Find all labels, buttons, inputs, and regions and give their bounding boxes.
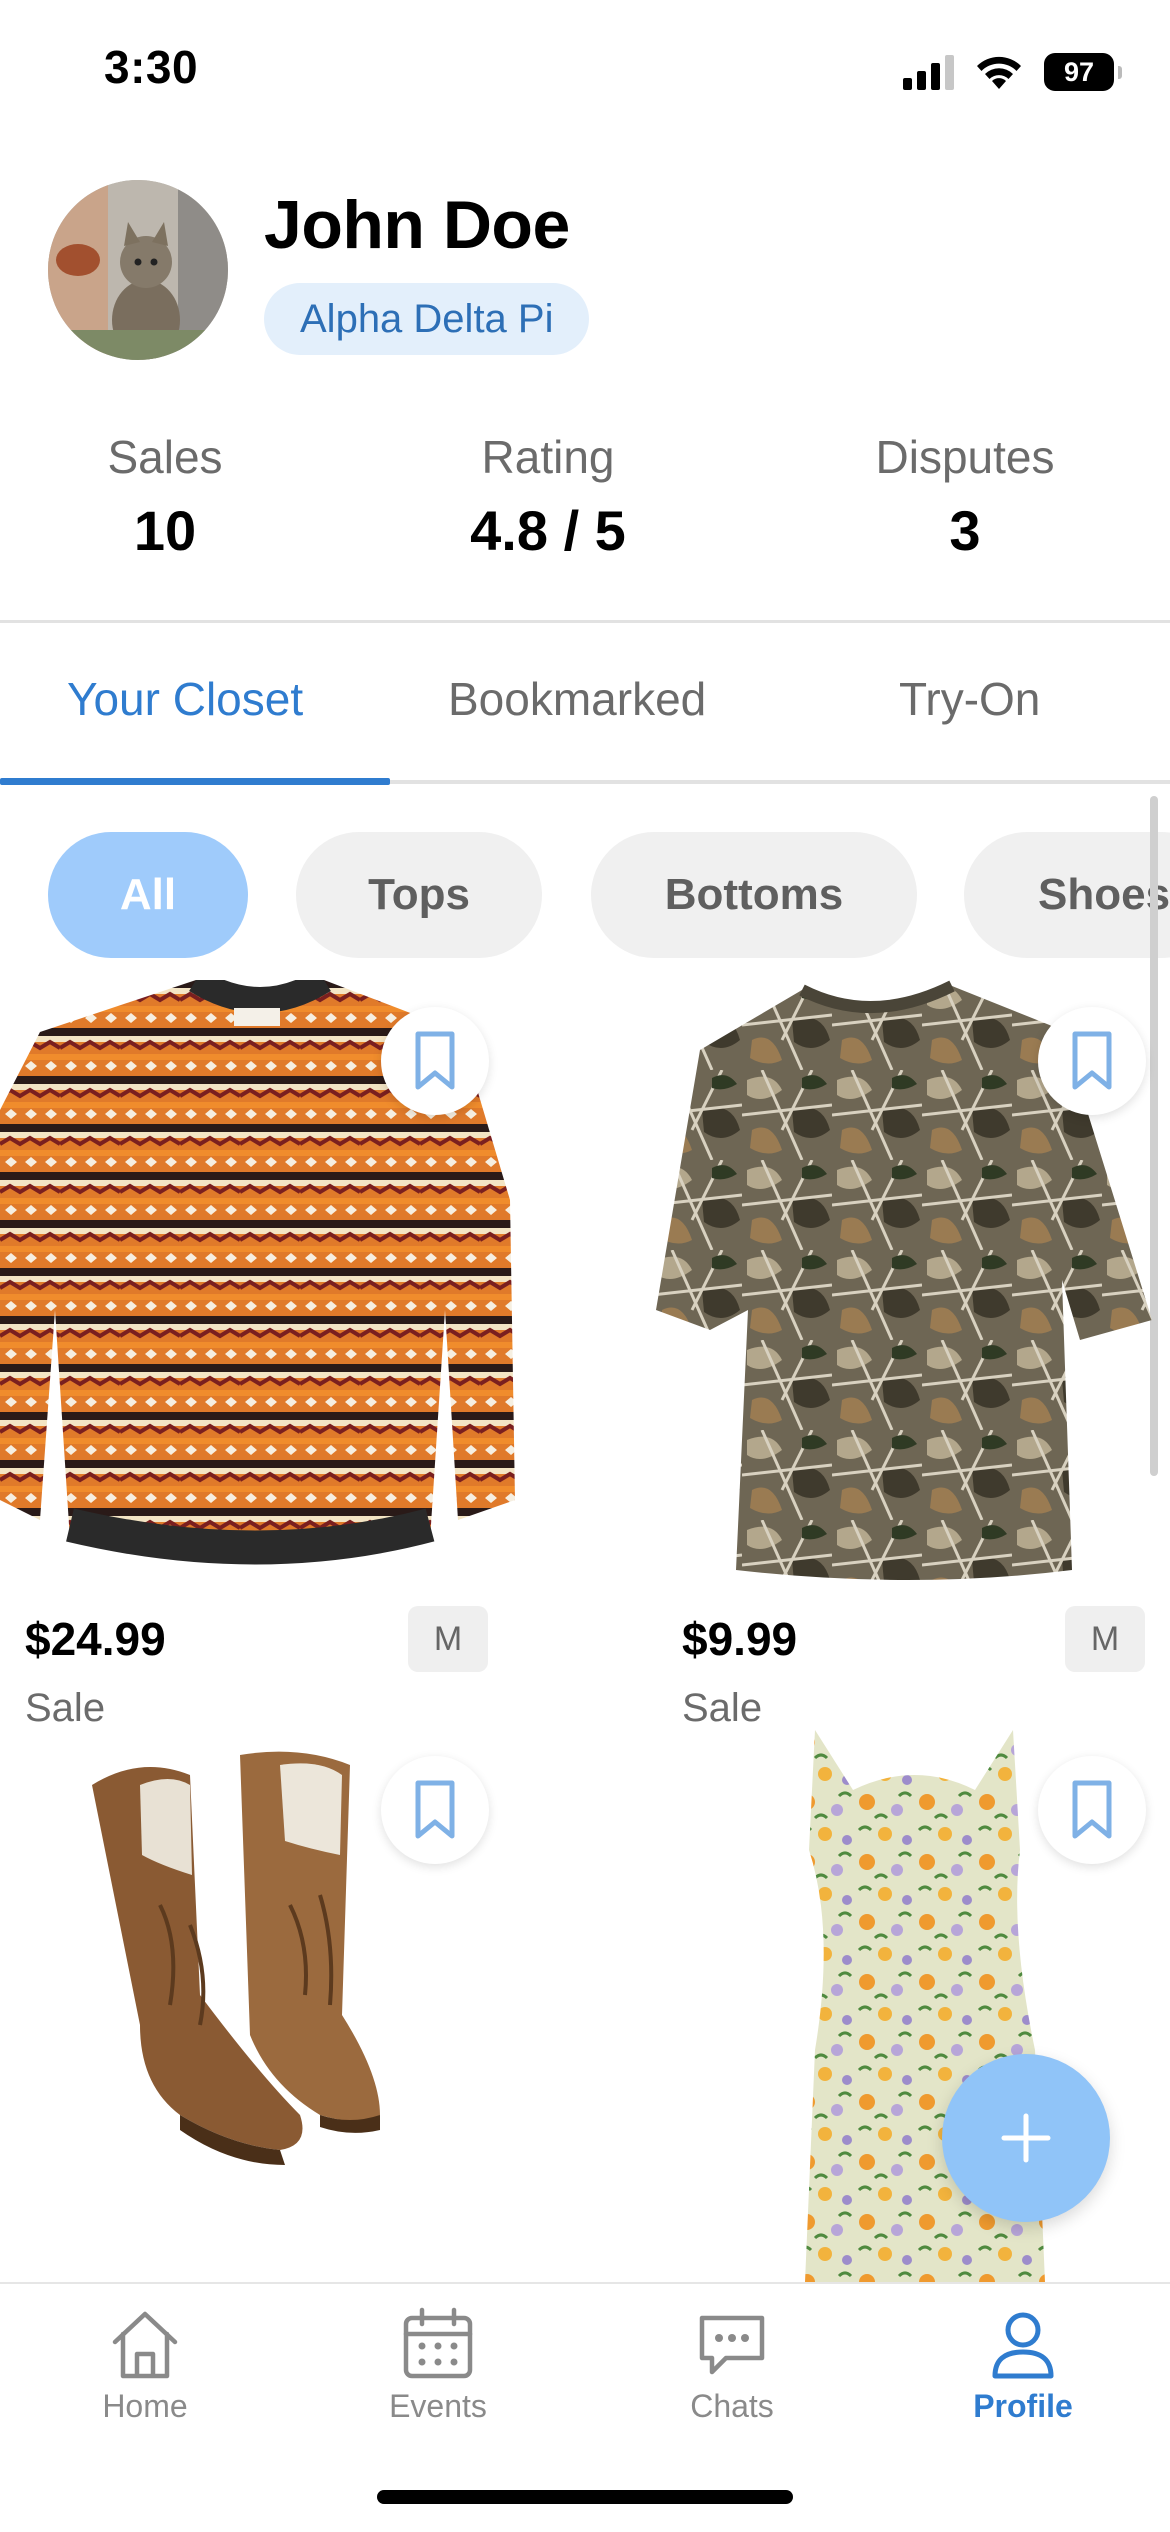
tab-try-on[interactable]: Try-On bbox=[899, 672, 1040, 726]
stat-value: 4.8 / 5 bbox=[470, 499, 626, 562]
avatar-cat-image bbox=[48, 180, 228, 360]
profile-screen: 3:30 97 John Doe Alpha Delta Pi Sales 10… bbox=[0, 0, 1170, 2532]
boots-image bbox=[92, 1751, 380, 2165]
nav-profile[interactable]: Profile bbox=[903, 2304, 1143, 2425]
bookmark-button[interactable] bbox=[381, 1756, 489, 1864]
nav-home[interactable]: Home bbox=[25, 2304, 265, 2425]
nav-chats[interactable]: Chats bbox=[612, 2304, 852, 2425]
nav-events[interactable]: Events bbox=[318, 2304, 558, 2425]
bookmark-icon bbox=[1072, 1031, 1112, 1090]
stat-value: 10 bbox=[133, 499, 197, 562]
filter-chip-bottomss[interactable]: Bottoms bbox=[591, 832, 917, 958]
item-status: Sale bbox=[682, 1686, 763, 1730]
add-item-button[interactable] bbox=[942, 2054, 1110, 2222]
calendar-icon bbox=[403, 2307, 473, 2379]
stat-value: 3 bbox=[949, 499, 981, 562]
stat-label: Sales bbox=[107, 431, 223, 483]
profile-name: John Doe bbox=[264, 187, 570, 263]
item-price: $24.99 bbox=[25, 1613, 166, 1665]
item-size-badge: M bbox=[1065, 1606, 1145, 1672]
filter-chip-shoes[interactable]: Shoes bbox=[964, 832, 1170, 958]
organization-badge: Alpha Delta Pi bbox=[264, 283, 590, 355]
home-icon bbox=[112, 2311, 178, 2379]
stat-label: Rating bbox=[481, 431, 615, 483]
nav-label: Profile bbox=[973, 2388, 1073, 2424]
status-icons: 97 bbox=[903, 50, 1122, 94]
bookmark-button[interactable] bbox=[381, 1007, 489, 1115]
bookmark-button[interactable] bbox=[1038, 1007, 1146, 1115]
stat-sales: Sales 10 bbox=[5, 430, 325, 563]
status-time: 3:30 bbox=[104, 41, 199, 93]
profile-icon bbox=[992, 2312, 1054, 2379]
bookmark-icon bbox=[415, 1780, 455, 1839]
nav-label: Chats bbox=[690, 2388, 774, 2424]
avatar[interactable] bbox=[48, 180, 228, 360]
bookmark-button[interactable] bbox=[1038, 1756, 1146, 1864]
stat-label: Disputes bbox=[875, 431, 1055, 483]
divider bbox=[0, 620, 1170, 623]
item-image-boots[interactable] bbox=[80, 1745, 400, 2215]
nav-label: Home bbox=[102, 2388, 188, 2424]
item-size-badge: M bbox=[408, 1606, 488, 1672]
chat-icon bbox=[699, 2315, 765, 2375]
home-indicator[interactable] bbox=[377, 2490, 793, 2504]
item-status: Sale bbox=[25, 1686, 106, 1730]
cellular-signal-icon bbox=[903, 54, 954, 90]
battery-icon: 97 bbox=[1044, 53, 1122, 91]
bookmark-icon bbox=[1072, 1780, 1112, 1839]
stat-rating: Rating 4.8 / 5 bbox=[388, 430, 708, 563]
bookmark-icon bbox=[415, 1031, 455, 1090]
item-price: $9.99 bbox=[682, 1613, 798, 1665]
plus-icon bbox=[1001, 2113, 1051, 2163]
stat-disputes: Disputes 3 bbox=[805, 430, 1125, 563]
filter-chip-tops[interactable]: Tops bbox=[296, 832, 542, 958]
tab-your-closet[interactable]: Your Closet bbox=[67, 672, 303, 726]
tab-active-indicator bbox=[0, 778, 390, 785]
nav-label: Events bbox=[389, 2388, 487, 2424]
wifi-icon bbox=[977, 56, 1021, 89]
tab-bookmarked[interactable]: Bookmarked bbox=[448, 672, 706, 726]
battery-level: 97 bbox=[1063, 56, 1095, 87]
filter-chip-all[interactable]: All bbox=[48, 832, 248, 958]
